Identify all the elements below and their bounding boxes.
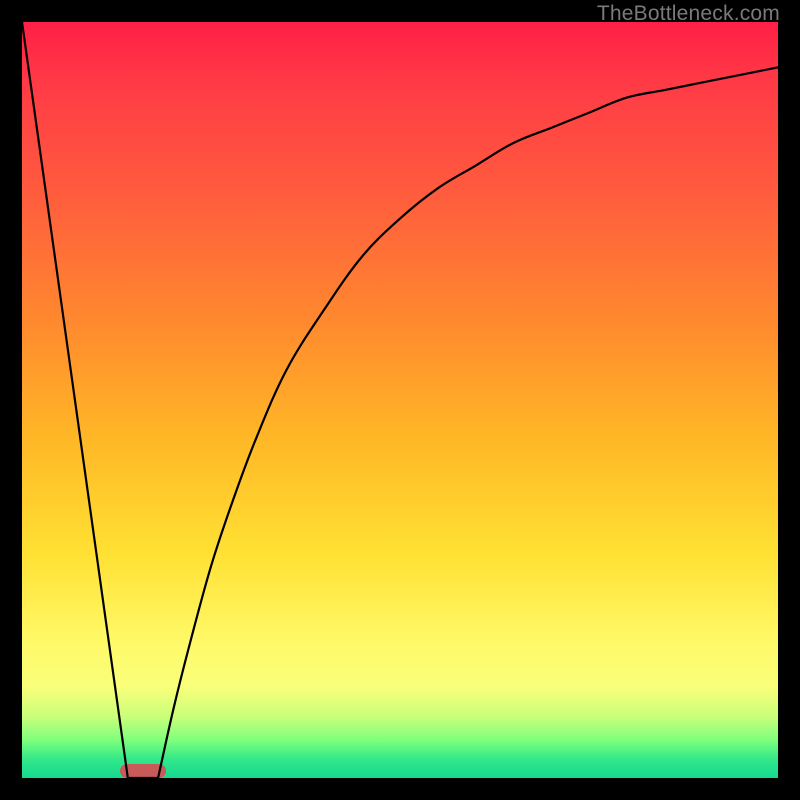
curve-layer <box>22 22 778 778</box>
plot-area <box>22 22 778 778</box>
bottleneck-curve <box>22 22 778 778</box>
chart-container: TheBottleneck.com <box>0 0 800 800</box>
